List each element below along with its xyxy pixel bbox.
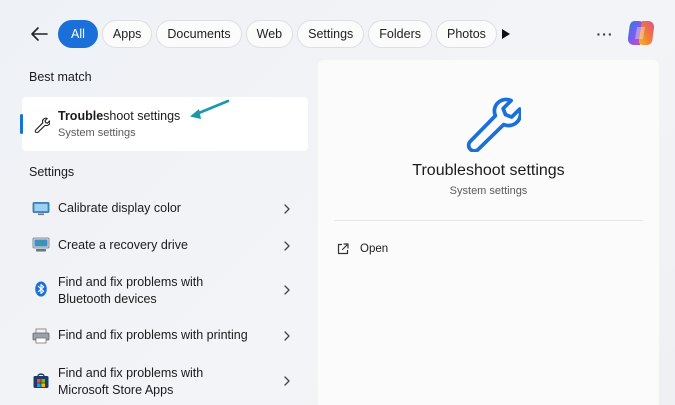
chevron-right-icon <box>284 204 290 214</box>
printer-icon <box>32 328 50 344</box>
result-label-line-2: Bluetooth devices <box>58 292 157 306</box>
preview-panel: Troubleshoot settings System settings Op… <box>318 60 659 405</box>
filter-chip-documents[interactable]: Documents <box>156 20 242 48</box>
filter-chip-all[interactable]: All <box>58 20 98 48</box>
preview-title: Troubleshoot settings <box>412 162 565 179</box>
filter-chips: All Apps Documents Web Settings Folders … <box>58 20 497 48</box>
settings-heading: Settings <box>29 165 75 179</box>
filter-chip-folders[interactable]: Folders <box>368 20 432 48</box>
back-button[interactable] <box>27 22 51 46</box>
wrench-icon <box>34 117 50 133</box>
more-options-button[interactable]: ··· <box>592 22 618 46</box>
filter-chip-web[interactable]: Web <box>245 20 294 48</box>
open-button[interactable]: Open <box>336 238 456 260</box>
annotation-arrow-icon <box>190 99 230 119</box>
open-external-icon <box>337 243 349 255</box>
copilot-icon <box>627 21 655 45</box>
result-label: Find and fix problems with Bluetooth dev… <box>58 274 203 308</box>
wrench-icon <box>466 97 521 152</box>
copilot-button[interactable] <box>626 18 656 48</box>
chevron-right-icon <box>284 285 290 295</box>
back-arrow-icon <box>31 27 48 41</box>
store-icon <box>33 373 49 388</box>
best-match-subtitle: System settings <box>58 127 136 139</box>
more-filters-button[interactable] <box>496 24 516 44</box>
filter-chip-photos[interactable]: Photos <box>435 20 497 48</box>
result-label: Create a recovery drive <box>58 238 188 252</box>
result-store-apps-troubleshooter[interactable]: Find and fix problems with Microsoft Sto… <box>22 361 308 401</box>
chevron-right-icon <box>284 376 290 386</box>
result-label: Find and fix problems with printing <box>58 328 248 342</box>
result-bluetooth-troubleshooter[interactable]: Find and fix problems with Bluetooth dev… <box>22 270 308 310</box>
result-create-recovery-drive[interactable]: Create a recovery drive <box>22 233 308 259</box>
result-calibrate-display-color[interactable]: Calibrate display color <box>22 196 308 222</box>
result-label-line-1: Find and fix problems with <box>58 275 204 289</box>
filter-chip-apps[interactable]: Apps <box>101 20 153 48</box>
filter-chip-settings[interactable]: Settings <box>297 20 365 48</box>
preview-subtitle: System settings <box>449 185 528 197</box>
result-printing-troubleshooter[interactable]: Find and fix problems with printing <box>22 323 308 349</box>
best-match-title-bold: Trouble <box>58 109 104 123</box>
result-label-line-1: Find and fix problems with <box>58 366 204 380</box>
preview-divider <box>334 220 643 221</box>
result-label: Find and fix problems with Microsoft Sto… <box>58 365 203 399</box>
play-icon <box>502 29 510 39</box>
bluetooth-icon <box>35 281 47 297</box>
best-match-heading: Best match <box>29 70 92 84</box>
search-filter-bar: All Apps Documents Web Settings Folders … <box>0 0 675 68</box>
recovery-drive-icon <box>32 237 50 252</box>
best-match-result[interactable]: Troubleshoot settings System settings <box>20 97 308 151</box>
result-label: Calibrate display color <box>58 201 181 215</box>
selection-indicator <box>20 114 23 134</box>
display-icon <box>32 202 50 216</box>
result-label-line-2: Microsoft Store Apps <box>58 383 174 397</box>
chevron-right-icon <box>284 331 290 341</box>
open-label: Open <box>360 243 389 255</box>
best-match-title: Troubleshoot settings <box>58 109 180 123</box>
best-match-title-rest: shoot settings <box>103 109 181 123</box>
chevron-right-icon <box>284 241 290 251</box>
